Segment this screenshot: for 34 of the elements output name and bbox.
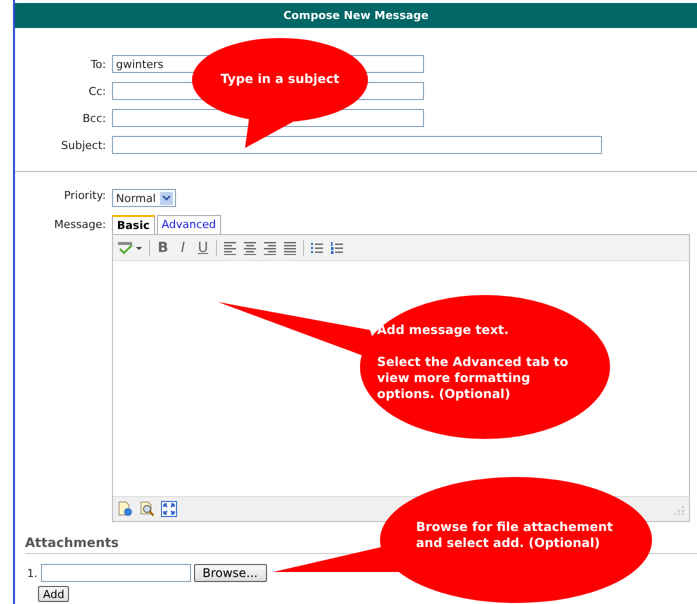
format-button[interactable]: B xyxy=(156,240,170,254)
numbered-list-icon[interactable] xyxy=(330,240,344,254)
callout-text: Browse for file attachement and select add. (Optional) xyxy=(416,519,614,551)
field-label: To: xyxy=(90,58,106,70)
spellcheck-icon[interactable] xyxy=(117,240,143,254)
fullscreen-icon[interactable] xyxy=(161,501,177,517)
field-label: Bcc: xyxy=(82,112,106,124)
bullet-list-icon[interactable] xyxy=(310,240,324,254)
browse-button[interactable]: Browse... xyxy=(194,564,267,582)
format-button[interactable]: U xyxy=(196,240,210,254)
callout-text: Add message text. xyxy=(377,322,510,338)
field-label: Message: xyxy=(53,217,106,231)
resize-grip-icon[interactable] xyxy=(673,503,685,515)
justify-icon[interactable] xyxy=(283,240,297,254)
document-icon[interactable] xyxy=(117,501,133,517)
field-label: Subject: xyxy=(60,138,106,152)
tab[interactable]: Basic xyxy=(112,215,155,234)
tab[interactable]: Advanced xyxy=(156,215,221,234)
field-label: Cc: xyxy=(88,84,106,98)
chevron-down-icon xyxy=(162,195,171,201)
header-title: Compose New Message xyxy=(15,3,697,28)
format-button[interactable]: I xyxy=(176,240,190,254)
file-input-field[interactable] xyxy=(40,564,190,582)
priority-dropdown[interactable]: Normal xyxy=(112,189,176,207)
align-center-icon[interactable] xyxy=(243,240,257,254)
align-right-icon[interactable] xyxy=(263,240,277,254)
row-number: 1. xyxy=(27,566,38,580)
preview-icon[interactable] xyxy=(139,501,155,517)
field-label: Priority: xyxy=(62,189,106,202)
callout-text: Type in a subject xyxy=(220,71,340,87)
input-field[interactable] xyxy=(112,136,602,154)
callout-text: Select the Advanced tab to view more formatting options. (Optional) xyxy=(377,354,570,402)
align-left-icon[interactable] xyxy=(223,240,237,254)
add-button[interactable]: Add xyxy=(38,586,70,602)
